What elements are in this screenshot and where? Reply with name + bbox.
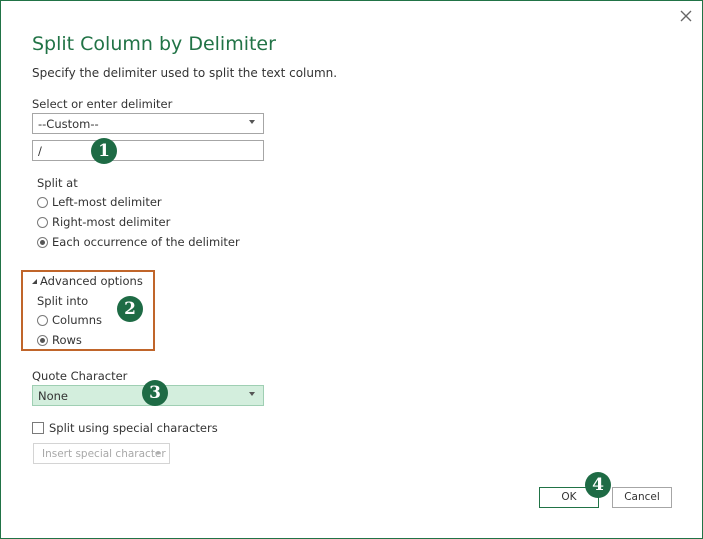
delimiter-select[interactable]: --Custom-- xyxy=(32,113,264,134)
quote-character-value: None xyxy=(38,389,69,403)
split-column-dialog: Split Column by Delimiter Specify the de… xyxy=(0,0,703,539)
insert-special-character-dropdown: Insert special character xyxy=(33,443,170,464)
split-special-characters-checkbox-row[interactable]: Split using special characters xyxy=(32,421,218,435)
split-at-label: Split at xyxy=(37,176,78,190)
radio-button[interactable] xyxy=(37,197,48,208)
dialog-title: Split Column by Delimiter xyxy=(32,33,276,55)
cancel-button[interactable]: Cancel xyxy=(612,487,672,508)
radio-button[interactable] xyxy=(37,217,48,228)
quote-character-label: Quote Character xyxy=(32,369,128,383)
radio-label: Rows xyxy=(52,333,82,347)
step-badge-4: 4 xyxy=(585,472,611,498)
dialog-subtitle: Specify the delimiter used to split the … xyxy=(32,66,338,80)
step-badge-2: 2 xyxy=(117,296,143,322)
radio-label: Left-most delimiter xyxy=(52,195,162,209)
insert-special-character-label: Insert special character xyxy=(42,448,166,460)
radio-button[interactable] xyxy=(37,315,48,326)
chevron-down-icon xyxy=(155,452,161,455)
step-badge-3: 3 xyxy=(142,380,168,406)
radio-label: Right-most delimiter xyxy=(52,215,171,229)
checkbox-label: Split using special characters xyxy=(49,421,218,435)
delimiter-select-value: --Custom-- xyxy=(38,117,99,131)
delimiter-label: Select or enter delimiter xyxy=(32,97,173,111)
radio-label: Columns xyxy=(52,313,103,327)
advanced-options-label: Advanced options xyxy=(40,274,143,288)
chevron-down-icon xyxy=(249,120,255,124)
close-icon[interactable] xyxy=(676,6,696,26)
expand-triangle-icon xyxy=(32,279,37,284)
step-badge-1: 1 xyxy=(91,138,117,164)
radio-label: Each occurrence of the delimiter xyxy=(52,235,240,249)
chevron-down-icon xyxy=(249,392,255,396)
advanced-options-toggle[interactable]: Advanced options xyxy=(32,274,143,288)
custom-delimiter-input[interactable] xyxy=(32,140,264,161)
radio-button-selected[interactable] xyxy=(37,237,48,248)
radio-button-selected[interactable] xyxy=(37,335,48,346)
split-into-label: Split into xyxy=(37,294,89,308)
checkbox[interactable] xyxy=(32,422,44,434)
